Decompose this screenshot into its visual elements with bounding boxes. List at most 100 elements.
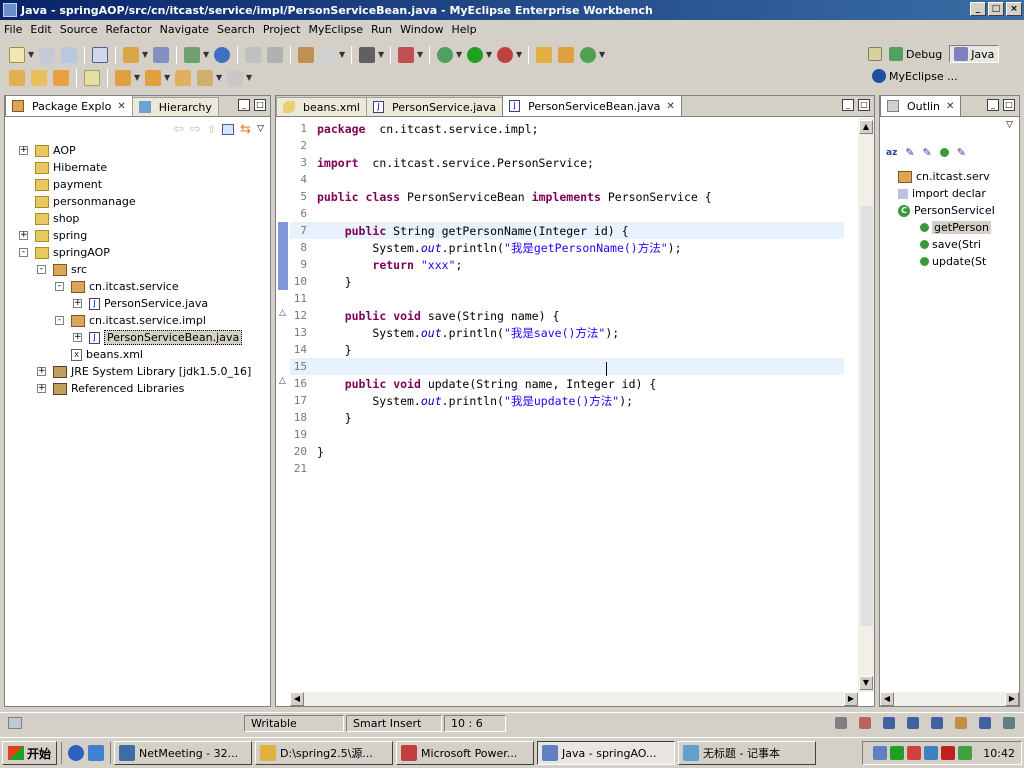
menu-myeclipse[interactable]: MyEclipse [308,23,369,36]
chevron-down-icon[interactable]: ▼ [378,47,384,63]
folder-icon[interactable] [53,70,69,86]
outline-item[interactable]: update(St [920,253,986,270]
tree-item[interactable]: + JRE System Library [jdk1.5.0_16] [37,363,251,380]
outline-hscrollbar[interactable]: ◀ ▶ [880,692,1019,706]
chevron-down-icon[interactable]: ▼ [417,47,423,63]
taskbar-task[interactable]: Java - springAO... [537,741,676,765]
sync-icon[interactable] [924,746,939,760]
chevron-down-icon[interactable]: ▼ [456,47,462,63]
chevron-down-icon[interactable]: ▼ [216,70,222,86]
console-icon[interactable] [931,717,943,729]
server-icon[interactable] [184,47,200,63]
scroll-right-icon[interactable]: ▶ [844,692,858,706]
tray-app-icon[interactable] [958,746,973,760]
camera-icon[interactable] [359,47,375,63]
tree-item[interactable]: Hibernate [35,159,107,176]
record-icon[interactable] [907,746,922,760]
tab-personservicebean-java[interactable]: J PersonServiceBean.java ✕ [502,95,682,116]
fast-view-icon[interactable] [8,717,22,729]
menu-project[interactable]: Project [263,23,307,36]
outline-item[interactable]: save(Stri [920,236,981,253]
new-icon[interactable] [9,47,25,63]
scroll-down-icon[interactable]: ▼ [859,676,873,690]
tree-item[interactable]: payment [35,176,102,193]
scroll-left-icon[interactable]: ◀ [290,692,304,706]
paste-icon[interactable] [267,47,283,63]
scroll-left-icon[interactable]: ◀ [880,692,894,706]
at-icon[interactable] [883,717,895,729]
next-annotation-icon[interactable] [115,70,131,86]
chevron-down-icon[interactable]: ▼ [599,47,605,63]
open-type-icon[interactable] [298,47,314,63]
tree-item[interactable]: + J PersonService.java [73,295,208,312]
minimize-view-icon[interactable]: _ [987,99,999,111]
prev-annotation-icon[interactable] [145,70,161,86]
wizard-icon[interactable] [123,47,139,63]
forward-icon[interactable] [227,70,243,86]
new-class-icon[interactable] [558,47,574,63]
tab-hierarchy[interactable]: Hierarchy [131,97,219,116]
sort-icon[interactable]: az [886,148,897,158]
close-button[interactable]: × [1006,2,1022,16]
menu-edit[interactable]: Edit [30,23,57,36]
back-arrow-icon[interactable]: ⇦ [173,122,184,137]
taskbar-task[interactable]: NetMeeting - 32... [114,741,253,765]
console-icon[interactable] [92,47,108,63]
outline-item[interactable]: +import declar [898,185,986,202]
tree-item[interactable]: + AOP [19,142,76,159]
outlook-icon[interactable] [88,745,105,761]
taskbar-task[interactable]: D:\spring2.5\源... [255,741,394,765]
expand-icon[interactable]: + [73,333,82,342]
expand-icon[interactable]: + [37,367,46,376]
last-edit-icon[interactable] [175,70,191,86]
hide-static-icon[interactable]: ✎ [923,146,932,159]
deploy-icon[interactable] [153,47,169,63]
external-tools-icon[interactable] [497,47,513,63]
editor-hscrollbar[interactable]: ◀ ▶ [290,692,858,706]
view-menu-icon[interactable]: ▽ [1006,120,1013,130]
maximize-button[interactable]: □ [988,2,1004,16]
k-icon[interactable] [941,746,956,760]
tree-item[interactable]: - cn.itcast.service.impl [55,312,206,329]
tree-item[interactable]: + Referenced Libraries [37,380,184,397]
chevron-down-icon[interactable]: ▼ [486,47,492,63]
scroll-up-icon[interactable]: ▲ [859,120,873,134]
save-icon[interactable] [39,47,55,63]
tab-outline[interactable]: Outlin ✕ [880,95,962,116]
open-project-icon[interactable] [9,70,25,86]
minimize-button[interactable]: _ [970,2,986,16]
new-package-icon[interactable] [536,47,552,63]
minimize-view-icon[interactable]: _ [842,99,854,111]
copy-icon[interactable] [245,47,261,63]
tab-package-explorer[interactable]: Package Explo ✕ [5,95,133,116]
tree-item[interactable]: - src [37,261,87,278]
outline-item[interactable]: getPerson [920,219,992,236]
tree-item[interactable]: personmanage [35,193,136,210]
tab-beans-xml[interactable]: beans.xml [276,97,367,116]
tools-icon[interactable] [859,717,871,729]
maximize-view-icon[interactable]: □ [254,99,266,111]
code-area[interactable]: 1 package cn.itcast.service.impl; 2 3 import… [290,120,844,690]
doc-icon[interactable] [907,717,919,729]
collapse-all-icon[interactable] [222,123,235,135]
menu-help[interactable]: Help [452,23,483,36]
task-icon[interactable] [398,47,414,63]
tree-item[interactable]: - springAOP [19,244,110,261]
chevron-down-icon[interactable]: ▼ [142,47,148,63]
expand-icon[interactable]: + [19,231,28,240]
mark-occurrences-icon[interactable] [84,70,100,86]
maximize-view-icon[interactable]: □ [858,99,870,111]
back-icon[interactable] [197,70,213,86]
myeclipse-perspective-button[interactable]: MyEclipse ... [868,68,962,84]
servers-icon[interactable] [979,717,991,729]
outline-item[interactable]: cn.itcast.serv [898,168,990,185]
link-editor-icon[interactable]: ⇆ [240,122,251,137]
app-tray-icon[interactable] [890,746,905,760]
network-icon[interactable] [873,746,888,760]
taskbar-task[interactable]: Microsoft Power... [396,741,535,765]
view-menu-icon[interactable]: ▽ [257,124,264,134]
problems-icon[interactable] [955,717,967,729]
globe-icon[interactable] [214,47,230,63]
expand-icon[interactable]: + [19,146,28,155]
hide-local-types-icon[interactable]: ✎ [957,146,966,159]
